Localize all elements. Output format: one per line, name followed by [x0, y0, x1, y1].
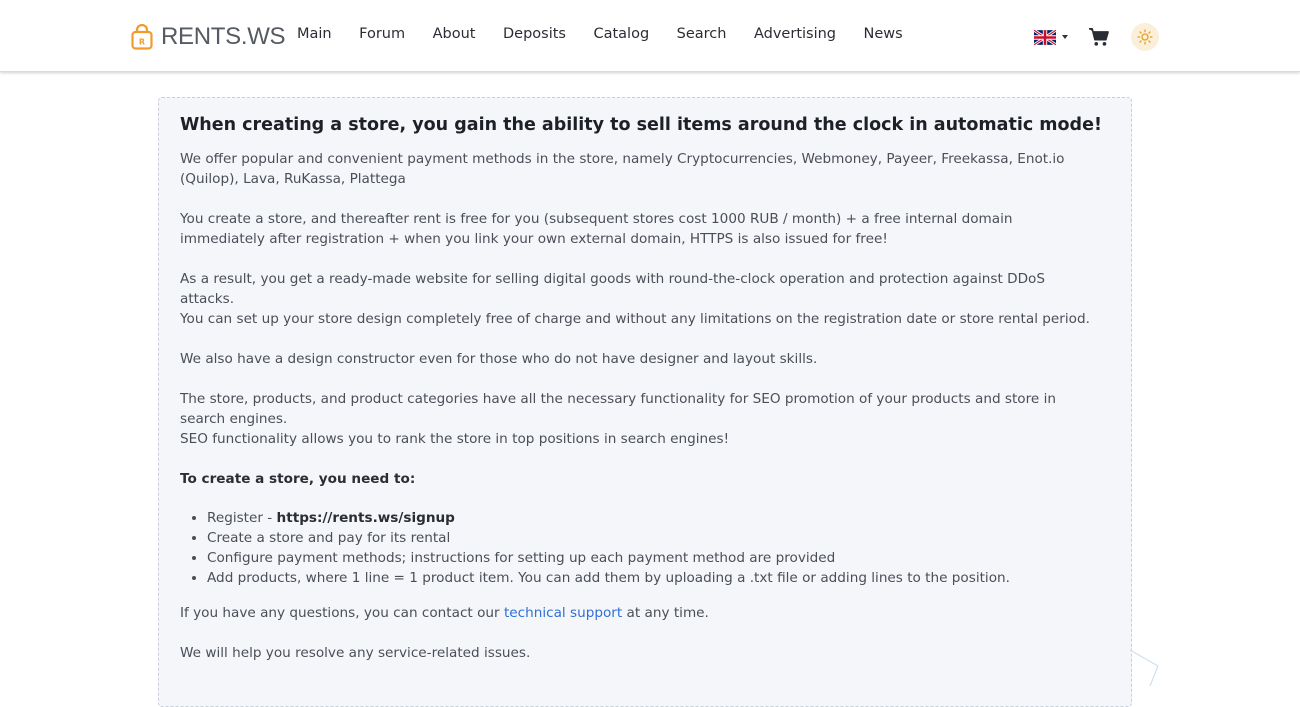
technical-support-link[interactable]: technical support [504, 605, 622, 621]
nav-about[interactable]: About [433, 26, 476, 42]
info-card: When creating a store, you gain the abil… [158, 97, 1132, 707]
steps-list: Register - https://rents.ws/signup Creat… [180, 508, 1107, 588]
paragraph-payment-methods: We offer popular and convenient payment … [180, 151, 1065, 187]
nav-search[interactable]: Search [677, 26, 727, 42]
nav-catalog[interactable]: Catalog [593, 26, 649, 42]
paragraph-rent: You create a store, and thereafter rent … [180, 211, 1013, 247]
main-nav: Main Forum About Deposits Catalog Search… [297, 26, 930, 42]
paragraph-seo-rank: SEO functionality allows you to rank the… [180, 431, 730, 447]
list-item: Add products, where 1 line = 1 product i… [207, 568, 1107, 588]
sun-icon [1137, 29, 1153, 45]
list-item: Register - https://rents.ws/signup [207, 508, 1107, 528]
paragraph-constructor: We also have a design constructor even f… [180, 351, 818, 367]
theme-toggle-button[interactable] [1131, 23, 1159, 51]
brand-name: RENTS.WS [161, 23, 286, 50]
paragraph-design: You can set up your store design complet… [180, 311, 1090, 327]
paragraph-result: As a result, you get a ready-made websit… [180, 271, 1045, 307]
paragraph-seo: The store, products, and product categor… [180, 391, 1056, 427]
nav-advertising[interactable]: Advertising [754, 26, 836, 42]
chevron-down-icon [1062, 35, 1068, 39]
steps-title: To create a store, you need to: [180, 471, 416, 487]
svg-text:R: R [139, 38, 145, 47]
cart-icon[interactable] [1088, 27, 1110, 47]
list-item: Configure payment methods; instructions … [207, 548, 1107, 568]
paragraph-closing: We will help you resolve any service-rel… [180, 645, 531, 661]
paragraph-questions: If you have any questions, you can conta… [180, 603, 1100, 623]
signup-url: https://rents.ws/signup [276, 510, 455, 526]
nav-forum[interactable]: Forum [359, 26, 405, 42]
questions-text-before: If you have any questions, you can conta… [180, 605, 504, 621]
step-register-label: Register - [207, 510, 277, 526]
uk-flag-icon [1034, 29, 1056, 45]
top-navbar: R RENTS.WS Main Forum About Deposits Cat… [0, 0, 1300, 72]
questions-text-after: at any time. [622, 605, 709, 621]
nav-news[interactable]: News [864, 26, 903, 42]
language-dropdown[interactable] [1034, 29, 1068, 45]
page-heading: When creating a store, you gain the abil… [180, 115, 1102, 135]
shopping-bag-icon: R [131, 24, 153, 50]
nav-deposits[interactable]: Deposits [503, 26, 566, 42]
nav-main[interactable]: Main [297, 26, 332, 42]
list-item: Create a store and pay for its rental [207, 528, 1107, 548]
decorative-outline-shape [1129, 649, 1159, 687]
header-actions [1034, 22, 1159, 52]
brand-logo[interactable]: R RENTS.WS [131, 22, 286, 52]
